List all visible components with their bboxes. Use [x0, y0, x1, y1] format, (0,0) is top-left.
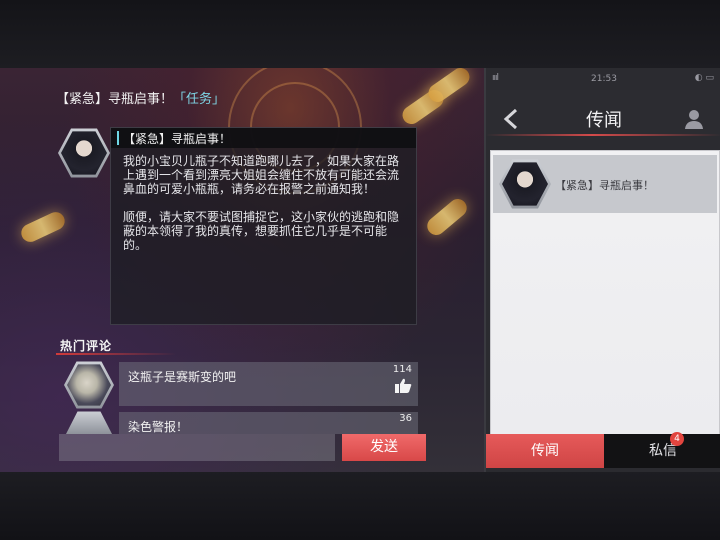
unread-badge: 4 — [670, 432, 684, 446]
comment-item: 这瓶子是赛斯变的吧 114 — [119, 362, 418, 406]
comment-input[interactable] — [59, 434, 335, 461]
tab-direct-messages[interactable]: 私信 — [604, 434, 720, 468]
post-header: 【紧急】寻瓶启事！ — [111, 128, 416, 148]
post-paragraph-1: 我的小宝贝儿瓶子不知道跑哪儿去了，如果大家在路上遇到一个看到漂亮大姐姐会缠住不放… — [123, 154, 400, 196]
phone-panel: ıııl 21:53 ◐ ▭ 传闻 【紧急】寻瓶启事！ 传闻 私信 4 — [484, 68, 720, 472]
commenter-portrait — [67, 364, 111, 406]
feed-item-avatar — [499, 159, 551, 209]
feed-item-portrait — [502, 162, 548, 206]
phone-status-bar: ıııl 21:53 ◐ ▭ — [486, 68, 720, 90]
floating-bottle-decor — [18, 209, 68, 245]
send-button[interactable]: 发送 — [342, 434, 426, 461]
rumor-feed: 【紧急】寻瓶启事！ — [490, 150, 720, 436]
event-title-tag: 「任务」 — [173, 92, 226, 107]
phone-header: 传闻 — [486, 90, 720, 136]
post-header-accent — [117, 131, 119, 145]
letterbox-top — [0, 0, 720, 68]
post-body: 我的小宝贝儿瓶子不知道跑哪儿去了，如果大家在路上遇到一个看到漂亮大姐姐会缠住不放… — [123, 154, 408, 266]
feed-item[interactable]: 【紧急】寻瓶启事！ — [493, 155, 717, 213]
feed-item-title: 【紧急】寻瓶启事！ — [555, 179, 654, 192]
post-panel: 【紧急】寻瓶启事！ 我的小宝贝儿瓶子不知道跑哪儿去了，如果大家在路上遇到一个看到… — [110, 127, 417, 325]
event-title-text: 【紧急】寻瓶启事！ — [56, 92, 174, 107]
phone-tab-bar: 传闻 私信 4 — [486, 432, 720, 468]
tab-rumors[interactable]: 传闻 — [486, 434, 604, 468]
thumbs-up-icon[interactable] — [394, 378, 412, 394]
author-portrait — [61, 131, 107, 175]
floating-bottle-decor — [424, 68, 474, 106]
header-accent-line — [486, 134, 720, 136]
floating-bottle-decor — [423, 195, 471, 239]
phone-time: 21:53 — [591, 74, 617, 84]
user-profile-icon[interactable] — [684, 108, 704, 130]
battery-icon: ◐ ▭ — [694, 73, 714, 83]
comment-item: 染色警报！ 36 — [119, 412, 418, 434]
letterbox-bottom — [0, 472, 720, 540]
like-count: 36 — [399, 413, 412, 424]
post-title: 【紧急】寻瓶启事！ — [123, 132, 232, 146]
hot-comments-label: 热门评论 — [60, 339, 113, 353]
hot-comments-underline — [56, 353, 176, 355]
comment-text: 这瓶子是赛斯变的吧 — [128, 370, 237, 384]
event-title: 【紧急】寻瓶启事！「任务」 — [56, 88, 225, 107]
comment-text: 染色警报！ — [128, 420, 189, 434]
post-paragraph-2: 顺便，请大家不要试图捕捉它，这小家伙的逃跑和隐蔽的本领得了我的真传，想要抓住它几… — [123, 210, 400, 252]
like-count: 114 — [392, 364, 412, 375]
